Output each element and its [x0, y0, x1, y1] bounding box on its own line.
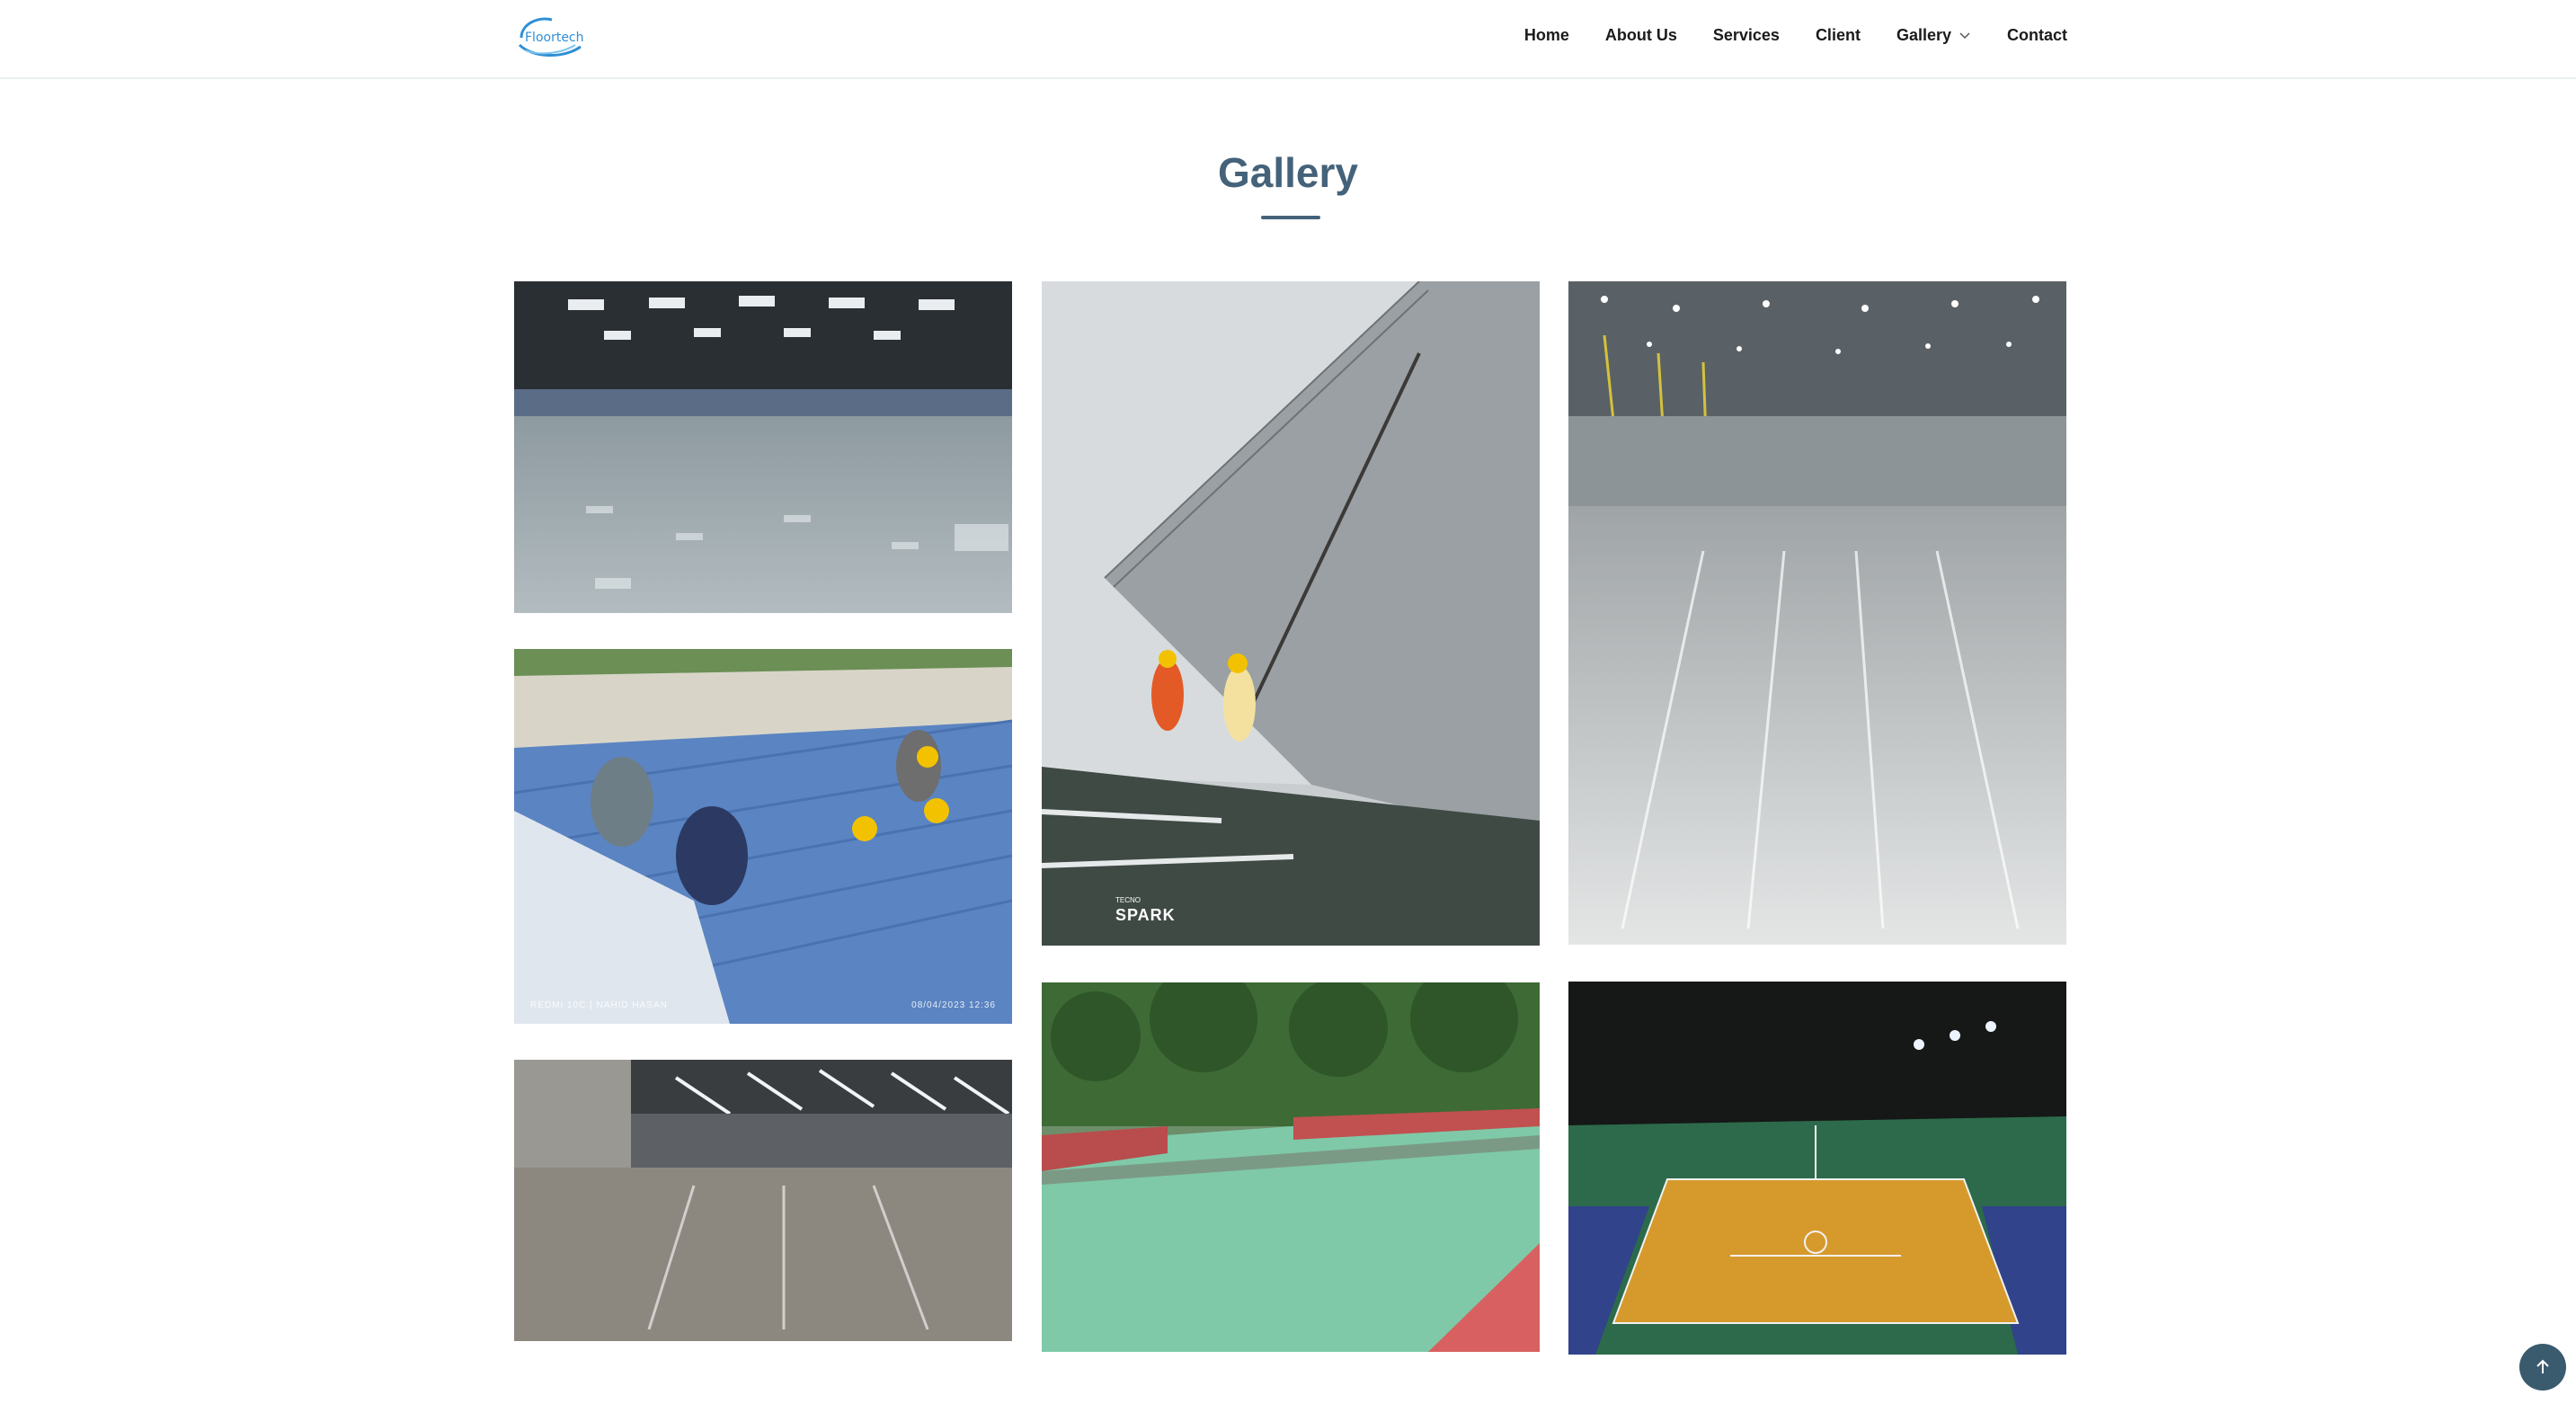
nav-client[interactable]: Client	[1816, 26, 1861, 45]
gallery-image-polished-concrete-hall[interactable]	[514, 1060, 1012, 1341]
site-logo[interactable]: Floortech	[512, 11, 591, 61]
site-header: Floortech Home About Us Services Client …	[0, 0, 2576, 79]
photo-watermark-brand-small: TECNO	[1115, 896, 1141, 904]
photo-caption-right: 08/04/2023 12:36	[911, 1000, 996, 1010]
title-underline	[1261, 216, 1320, 219]
back-to-top-button[interactable]	[2519, 1344, 2566, 1391]
gallery-image-factory-epoxy-floor[interactable]	[514, 281, 1012, 613]
nav-gallery-label: Gallery	[1896, 25, 1951, 44]
nav-services[interactable]: Services	[1713, 26, 1780, 45]
gallery-title: Gallery	[1218, 149, 1358, 196]
logo-text: Floortech	[525, 31, 584, 45]
chevron-down-icon	[1959, 32, 1970, 40]
gallery-image-roof-coating[interactable]: REDMI 10C | NAHID HASAN 08/04/2023 12:36	[514, 649, 1012, 1024]
gallery-image-terrazzo-warehouse-floor[interactable]	[1568, 281, 2066, 945]
photo-caption-left: REDMI 10C | NAHID HASAN	[530, 1000, 668, 1010]
nav-home[interactable]: Home	[1524, 26, 1569, 45]
gallery-image-tank-wall-coating[interactable]: SPARK TECNO	[1042, 281, 1540, 946]
gallery-image-sports-court-night[interactable]	[1568, 982, 2066, 1355]
main-nav: Home About Us Services Client Gallery Co…	[1524, 0, 2067, 70]
arrow-up-icon	[2536, 1359, 2549, 1373]
photo-watermark-brand: SPARK	[1115, 906, 1176, 924]
nav-gallery[interactable]: Gallery	[1896, 26, 1971, 45]
nav-contact[interactable]: Contact	[2007, 26, 2067, 45]
gallery-image-rooftop-waterproofing[interactable]	[1042, 982, 1540, 1352]
nav-about-us[interactable]: About Us	[1605, 26, 1677, 45]
